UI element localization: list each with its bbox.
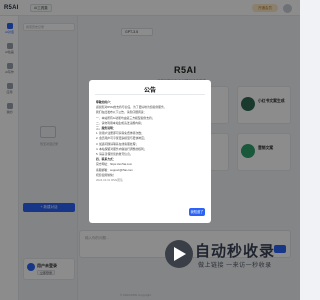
- modal-title: 公告: [143, 88, 156, 94]
- modal-body: 尊敬的用户： 感谢您对R5AI的支持与信任，为了更好地为您提供服务， 我们在此发…: [96, 100, 204, 183]
- confirm-button[interactable]: 我知道了: [189, 208, 205, 216]
- play-icon: [165, 240, 193, 268]
- announcement-modal: 公告 尊敬的用户： 感谢您对R5AI的支持与信任，为了更好地为您提供服务， 我们…: [89, 80, 211, 223]
- watermark: 自动秒收录 做上链接 一来访一秒收录: [165, 240, 300, 300]
- watermark-title: 自动秒收录: [195, 243, 276, 260]
- watermark-subtitle: 做上链接 一来访一秒收录: [198, 263, 272, 269]
- modal-line: 2024-03-01 R5AI团队: [96, 178, 123, 183]
- divider: [95, 94, 205, 95]
